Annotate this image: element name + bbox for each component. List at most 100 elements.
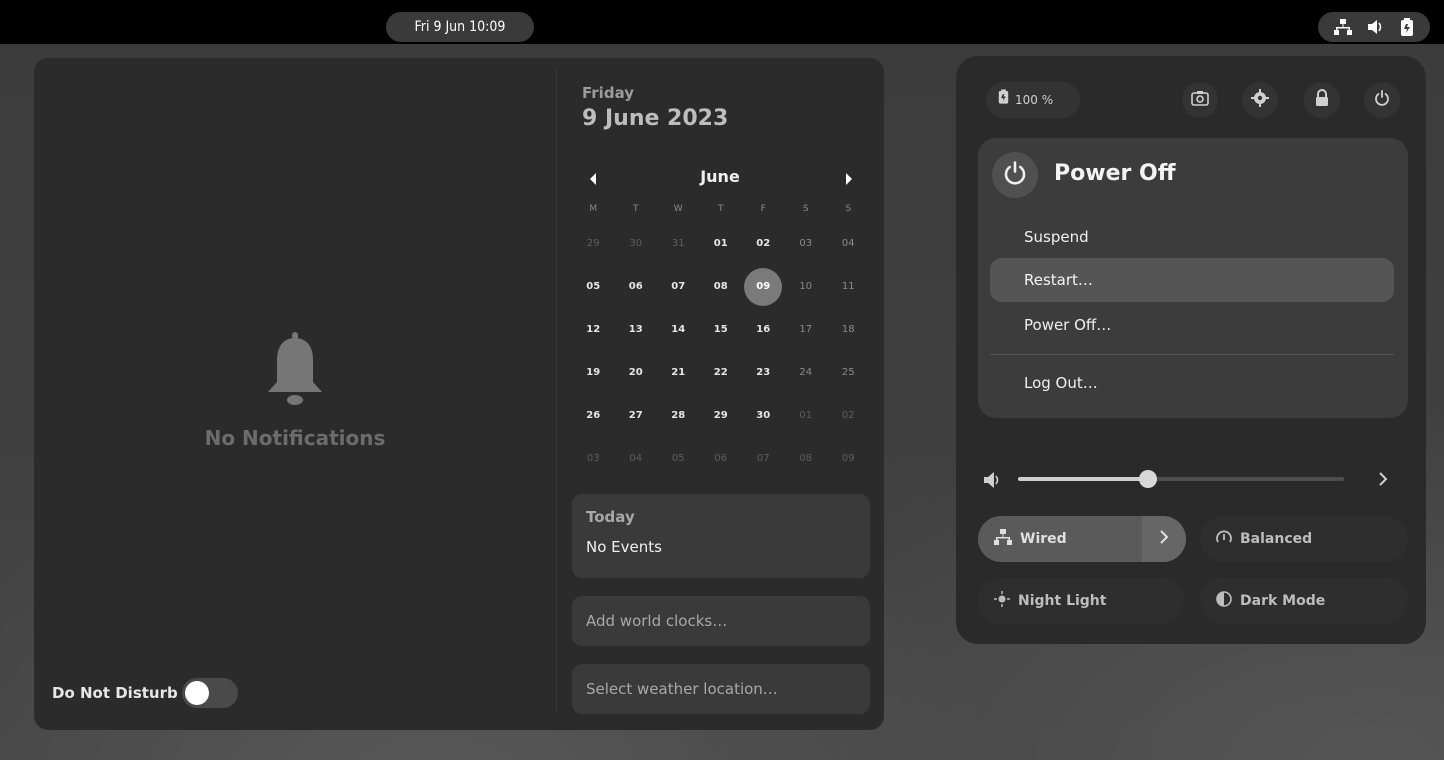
volume-slider-handle[interactable]	[1139, 470, 1157, 488]
night-light-toggle[interactable]: Night Light	[978, 578, 1184, 624]
lock-icon	[1314, 89, 1330, 111]
log-out-menu-item[interactable]: Log Out…	[1024, 374, 1098, 392]
calendar-day[interactable]: 30	[615, 222, 658, 265]
calendar-day[interactable]: 07	[657, 265, 700, 308]
calendar-day[interactable]: 29	[700, 394, 743, 437]
calendar-day[interactable]: 08	[785, 437, 828, 480]
calendar-day[interactable]: 04	[615, 437, 658, 480]
calendar-day[interactable]: 13	[615, 308, 658, 351]
calendar-day[interactable]: 30	[742, 394, 785, 437]
calendar-day-number: 01	[713, 238, 728, 249]
calendar-day[interactable]: 24	[785, 351, 828, 394]
chevron-right-icon	[1159, 529, 1169, 549]
wired-network-toggle[interactable]: Wired	[978, 516, 1186, 562]
suspend-menu-item[interactable]: Suspend	[1024, 228, 1089, 246]
calendar-day[interactable]: 07	[742, 437, 785, 480]
volume-slider-fill	[1018, 477, 1148, 481]
calendar-day[interactable]: 10	[785, 265, 828, 308]
calendar-day[interactable]: 16	[742, 308, 785, 351]
calendar-day[interactable]: 31	[657, 222, 700, 265]
screenshot-button[interactable]	[1182, 82, 1218, 118]
calendar-day[interactable]: 05	[657, 437, 700, 480]
calendar-day[interactable]: 26	[572, 394, 615, 437]
calendar-day[interactable]: 06	[700, 437, 743, 480]
calendar-day[interactable]: 01	[700, 222, 743, 265]
calendar-day-today[interactable]: 09	[742, 265, 785, 308]
weather-location-button[interactable]: Select weather location…	[572, 664, 870, 714]
wired-menu-button[interactable]	[1142, 516, 1186, 562]
clock-button[interactable]: Fri 9 Jun 10:09	[386, 12, 534, 42]
world-clocks-button[interactable]: Add world clocks…	[572, 596, 870, 646]
calendar-day-number: 27	[628, 410, 643, 421]
calendar-day[interactable]: 25	[827, 351, 870, 394]
power-mode-toggle[interactable]: Balanced	[1200, 516, 1408, 562]
calendar-day-number: 31	[671, 238, 685, 249]
lock-screen-button[interactable]	[1304, 82, 1340, 118]
calendar-day[interactable]: 04	[827, 222, 870, 265]
no-notifications-label: No Notifications	[204, 426, 386, 450]
calendar-day-number: 07	[671, 281, 686, 292]
dark-mode-icon	[1216, 591, 1232, 611]
calendar-day-number: 07	[756, 453, 770, 464]
calendar-day-name[interactable]: Friday	[582, 84, 634, 102]
calendar-day[interactable]: 12	[572, 308, 615, 351]
calendar-day[interactable]: 29	[572, 222, 615, 265]
calendar-day-number: 08	[713, 281, 728, 292]
audio-output-menu-button[interactable]	[1376, 469, 1390, 489]
events-section[interactable]: Today No Events	[572, 494, 870, 578]
calendar-day[interactable]: 22	[700, 351, 743, 394]
bell-icon	[262, 332, 328, 410]
calendar-day[interactable]: 05	[572, 265, 615, 308]
next-month-button[interactable]	[838, 170, 858, 188]
calendar-day[interactable]: 28	[657, 394, 700, 437]
weekday-header: S	[845, 204, 852, 214]
calendar-day[interactable]: 03	[785, 222, 828, 265]
calendar-day-number: 25	[841, 367, 855, 378]
restart-menu-label[interactable]: Restart…	[1024, 271, 1093, 289]
calendar-day-number: 15	[713, 324, 728, 335]
calendar-day[interactable]: 19	[572, 351, 615, 394]
battery-status-button[interactable]: 100 %	[986, 82, 1080, 118]
weekday-header: T	[718, 204, 724, 214]
night-light-label: Night Light	[1018, 593, 1107, 609]
calendar-day-number: 02	[841, 410, 855, 421]
calendar-day[interactable]: 02	[742, 222, 785, 265]
calendar-day-number: 02	[756, 238, 771, 249]
calendar-day[interactable]: 01	[785, 394, 828, 437]
power-menu-button[interactable]	[1364, 82, 1400, 118]
calendar-day[interactable]: 06	[615, 265, 658, 308]
calendar-day-number: 11	[841, 281, 855, 292]
dark-mode-toggle[interactable]: Dark Mode	[1200, 578, 1408, 624]
calendar-day[interactable]: 27	[615, 394, 658, 437]
chevron-left-icon	[584, 173, 604, 192]
calendar-day-number: 18	[841, 324, 855, 335]
calendar-day[interactable]: 15	[700, 308, 743, 351]
calendar-full-date[interactable]: 9 June 2023	[582, 106, 728, 131]
calendar-day[interactable]: 21	[657, 351, 700, 394]
sun-icon	[994, 591, 1010, 611]
battery-percentage: 100 %	[1015, 93, 1054, 107]
calendar-day-number: 26	[586, 410, 601, 421]
settings-button[interactable]	[1242, 82, 1278, 118]
calendar-day[interactable]: 23	[742, 351, 785, 394]
calendar-day[interactable]: 11	[827, 265, 870, 308]
top-bar: Fri 9 Jun 10:09	[0, 0, 1444, 44]
previous-month-button[interactable]	[584, 170, 604, 188]
calendar-day[interactable]: 09	[827, 437, 870, 480]
calendar-day[interactable]: 02	[827, 394, 870, 437]
power-off-menu-item[interactable]: Power Off…	[1024, 316, 1111, 334]
calendar-day-number: 23	[756, 367, 771, 378]
calendar-day[interactable]: 08	[700, 265, 743, 308]
calendar-day[interactable]: 20	[615, 351, 658, 394]
wired-label: Wired	[1020, 531, 1067, 547]
calendar-day[interactable]: 14	[657, 308, 700, 351]
do-not-disturb-switch[interactable]	[182, 678, 238, 708]
system-status-button[interactable]	[1318, 12, 1430, 42]
calendar-day-number: 05	[671, 453, 685, 464]
calendar-day[interactable]: 17	[785, 308, 828, 351]
weekday-header: S	[802, 204, 809, 214]
calendar-day[interactable]: 03	[572, 437, 615, 480]
power-icon	[1003, 161, 1027, 189]
volume-mute-toggle[interactable]	[982, 470, 1004, 490]
calendar-day[interactable]: 18	[827, 308, 870, 351]
